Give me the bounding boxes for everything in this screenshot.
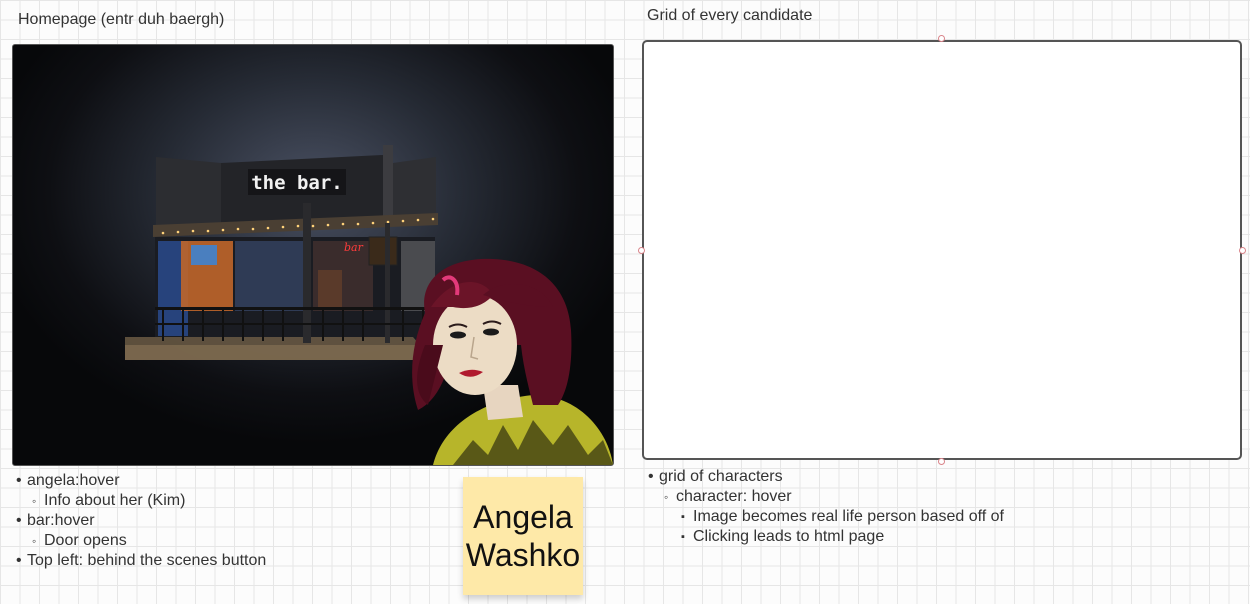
grid-notes-list: • grid of characters ◦ character: hover ▪ I… [648, 467, 1004, 547]
candidate-grid-frame[interactable] [642, 40, 1242, 460]
note-item: • bar:hover [16, 512, 95, 529]
angela-portrait[interactable] [412, 258, 613, 465]
sticky-line-1: Angela [473, 499, 573, 535]
neon-sign-text: bar [344, 241, 364, 254]
grid-title: Grid of every candidate [647, 7, 813, 24]
homepage-notes-list: • angela:hover ◦ Info about her (Kim) • bar… [16, 471, 266, 571]
note-item: ◦ Door opens [32, 532, 127, 549]
resize-handle-bottom[interactable] [938, 458, 945, 465]
note-item: ▪ Clicking leads to html page [681, 528, 885, 545]
bar-sign-text: the bar. [251, 172, 343, 194]
sticky-note-angela-washko[interactable]: Angela Washko [463, 477, 583, 595]
note-item: • grid of characters [648, 468, 783, 485]
sticky-line-2: Washko [465, 537, 581, 573]
resize-handle-top[interactable] [938, 35, 945, 42]
homepage-mockup-image[interactable]: the bar. bar [12, 44, 614, 466]
note-item: ◦ Info about her (Kim) [32, 492, 186, 509]
bar-building[interactable]: the bar. bar [153, 145, 438, 343]
resize-handle-left[interactable] [638, 247, 645, 254]
note-item: • angela:hover [16, 472, 120, 489]
note-item: ▪ Image becomes real life person based of… [681, 508, 1004, 525]
homepage-title: Homepage (entr duh baergh) [18, 11, 225, 28]
resize-handle-right[interactable] [1239, 247, 1246, 254]
note-item: • Top left: behind the scenes button [16, 552, 267, 569]
note-item: ◦ character: hover [664, 488, 792, 505]
